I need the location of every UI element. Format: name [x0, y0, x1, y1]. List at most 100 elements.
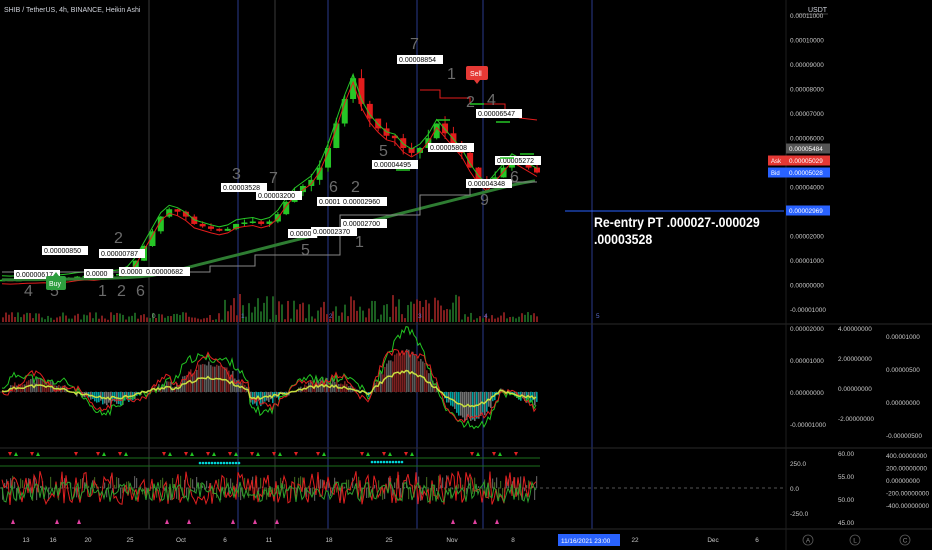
- volume-bar: [368, 308, 370, 322]
- osc2-axis-tick: 0.0: [790, 486, 799, 493]
- wave-count-label: 6: [136, 283, 145, 300]
- volume-bar: [80, 319, 82, 322]
- time-axis-tick: 25: [126, 537, 134, 544]
- volume-bar: [50, 317, 52, 322]
- osc1-histogram-bar: [536, 392, 538, 402]
- wave-count-label: 7: [269, 170, 278, 187]
- volume-bar: [383, 305, 385, 322]
- osc2-axis-tick-secondary: 60.00: [838, 451, 854, 458]
- wave-count-label: 7: [410, 36, 419, 53]
- volume-bar: [491, 315, 493, 322]
- price-axis-tick: 0.00007000: [790, 111, 824, 118]
- price-label: 0.00004495: [374, 162, 411, 169]
- osc2-axis-tick-tertiary: -200.00000000: [886, 491, 929, 498]
- osc2-histogram-bar: [472, 488, 474, 494]
- volume-bar: [197, 318, 199, 322]
- volume-bar: [260, 311, 262, 322]
- price-label: 0.00000682: [146, 269, 183, 276]
- osc2-histogram-bar: [40, 485, 42, 488]
- candle-body: [258, 221, 265, 224]
- volume-bar: [470, 312, 472, 322]
- osc2-histogram-bar: [20, 478, 22, 488]
- osc2-histogram-bar: [50, 476, 52, 488]
- volume-bar: [209, 315, 211, 322]
- volume-bar: [464, 314, 466, 322]
- price-label: 0.0000: [86, 271, 108, 278]
- price-label: 0.0000: [290, 231, 312, 238]
- price-axis-tick: 0.00002000: [790, 234, 824, 241]
- volume-bar: [227, 311, 229, 322]
- osc2-dot: [219, 461, 223, 465]
- volume-bar: [134, 312, 136, 322]
- osc2-dot: [382, 460, 386, 464]
- price-label: 0.0000: [121, 269, 143, 276]
- volume-bar: [455, 294, 457, 322]
- volume-bar: [407, 305, 409, 322]
- osc2-histogram-bar: [320, 479, 322, 488]
- volume-bar: [494, 318, 496, 322]
- osc2-axis-tick-tertiary: 200.00000000: [886, 466, 927, 473]
- volume-bar: [62, 312, 64, 322]
- price-tag-value: 0.00002969: [789, 208, 823, 215]
- volume-bar: [389, 316, 391, 322]
- time-axis-tick: 8: [511, 537, 515, 544]
- volume-bar: [53, 319, 55, 322]
- time-axis-tick: 25: [385, 537, 393, 544]
- wave-count-label: 2: [114, 230, 123, 247]
- osc2-histogram-bar: [366, 488, 368, 498]
- volume-bar: [221, 319, 223, 322]
- osc2-histogram-bar: [344, 486, 346, 488]
- volume-bar: [461, 319, 463, 322]
- volume-bar: [266, 296, 268, 322]
- osc2-histogram-bar: [88, 485, 90, 488]
- volume-bar: [353, 300, 355, 322]
- volume-bar: [77, 313, 79, 322]
- volume-bar: [512, 316, 514, 322]
- osc1-axis-tick: 0.00001000: [790, 358, 824, 365]
- osc2-dot: [204, 461, 208, 465]
- volume-bar: [26, 312, 28, 322]
- price-axis-tick: 0.00000000: [790, 283, 824, 290]
- osc2-histogram-bar: [134, 476, 136, 488]
- volume-bar: [38, 313, 40, 322]
- buy-signal-label: Buy: [49, 281, 62, 288]
- osc1-axis-tick-secondary: -2.00000000: [838, 416, 874, 423]
- volume-bar: [8, 314, 10, 322]
- volume-bar: [341, 312, 343, 322]
- volume-bar: [215, 319, 217, 322]
- volume-bar: [257, 298, 259, 322]
- osc2-histogram-bar: [202, 485, 204, 488]
- volume-bar: [203, 318, 205, 322]
- volume-bar: [317, 310, 319, 322]
- volume-bar: [254, 306, 256, 322]
- osc1-axis-tick: -0.00001000: [790, 422, 826, 429]
- trading-chart[interactable]: 0.000006170.000008500.00000.000007870.00…: [0, 0, 932, 550]
- wave-count-label: 9: [480, 192, 489, 209]
- osc2-dot: [207, 461, 211, 465]
- volume-bar: [56, 317, 58, 322]
- volume-bar: [107, 319, 109, 322]
- osc2-histogram-bar: [500, 480, 502, 488]
- price-axis-tick: 0.00011000: [790, 13, 824, 20]
- volume-bar: [536, 316, 538, 322]
- volume-bar: [176, 313, 178, 322]
- price-label: 0.00004348: [468, 181, 505, 188]
- volume-bar: [167, 316, 169, 322]
- osc2-axis-tick-secondary: 55.00: [838, 474, 854, 481]
- osc2-histogram-bar: [408, 488, 410, 500]
- volume-bar: [326, 314, 328, 322]
- volume-bar: [173, 314, 175, 322]
- osc2-histogram-bar: [192, 479, 194, 488]
- volume-bar: [299, 304, 301, 322]
- volume-bar: [449, 309, 451, 322]
- volume-bar: [269, 319, 271, 322]
- volume-bar: [170, 316, 172, 322]
- osc2-histogram-bar: [400, 488, 402, 497]
- volume-bar: [473, 319, 475, 322]
- volume-bar: [185, 312, 187, 322]
- volume-bar: [65, 315, 67, 322]
- osc2-histogram-bar: [404, 487, 406, 488]
- volume-bar: [143, 314, 145, 322]
- osc2-histogram-bar: [36, 488, 38, 501]
- osc1-axis-tick-tertiary: -0.00000500: [886, 433, 922, 440]
